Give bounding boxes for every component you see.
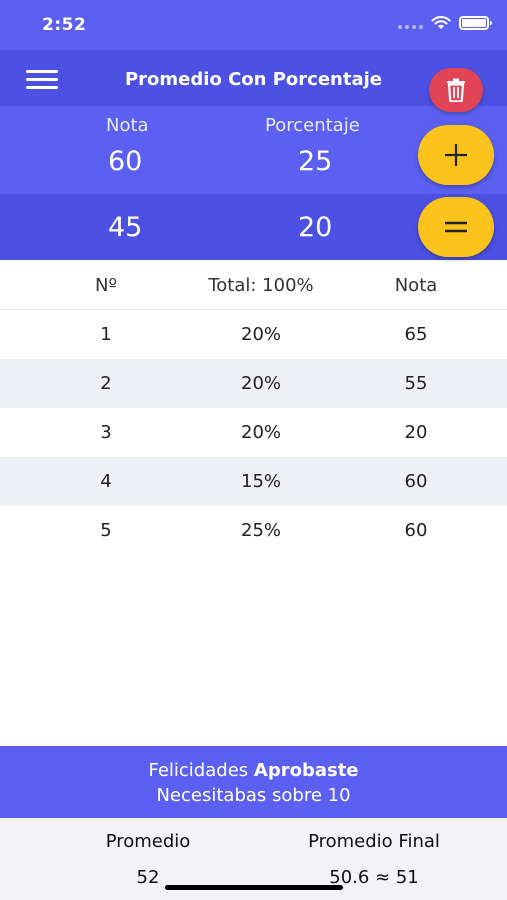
table-row[interactable]: 3 20% 20 bbox=[0, 408, 507, 457]
status-bar: 2:52 bbox=[0, 0, 507, 50]
row-grade: 65 bbox=[404, 324, 428, 345]
row-grade: 60 bbox=[404, 471, 428, 492]
nota-label: Nota bbox=[106, 115, 149, 136]
row-number: 2 bbox=[100, 373, 112, 394]
header-nota: Nota bbox=[394, 275, 438, 296]
grades-table: 1 20% 65 2 20% 55 3 20% 20 4 15% 60 5 25… bbox=[0, 310, 507, 555]
cellular-signal-icon bbox=[398, 17, 423, 29]
delete-button[interactable] bbox=[429, 68, 483, 112]
row-percentage: 20% bbox=[240, 373, 282, 394]
row-percentage: 15% bbox=[240, 471, 282, 492]
status-time: 2:52 bbox=[42, 15, 87, 35]
promedio-label: Promedio bbox=[105, 831, 191, 852]
table-row[interactable]: 4 15% 60 bbox=[0, 457, 507, 506]
porcentaje-label: Porcentaje bbox=[265, 115, 360, 136]
promedio-final-label: Promedio Final bbox=[308, 831, 440, 852]
row-percentage: 20% bbox=[240, 422, 282, 443]
home-indicator bbox=[165, 885, 343, 890]
header-total: Total: 100% bbox=[208, 275, 314, 296]
calculate-button[interactable] bbox=[418, 197, 494, 257]
row-grade: 55 bbox=[404, 373, 428, 394]
status-icons bbox=[398, 16, 492, 30]
trash-icon bbox=[447, 78, 465, 102]
nota-input-2[interactable]: 45 bbox=[108, 212, 142, 243]
battery-icon bbox=[459, 16, 492, 30]
porcentaje-input[interactable]: 25 bbox=[298, 146, 332, 177]
wifi-icon bbox=[431, 16, 451, 29]
plus-icon bbox=[445, 144, 467, 166]
equals-icon bbox=[445, 221, 467, 233]
promedio-value: 52 bbox=[136, 867, 160, 888]
row-number: 4 bbox=[100, 471, 112, 492]
result-prefix: Felicidades bbox=[148, 760, 249, 781]
row-grade: 60 bbox=[404, 520, 428, 541]
promedio-final-value: 50.6 ≈ 51 bbox=[329, 867, 419, 888]
row-grade: 20 bbox=[404, 422, 428, 443]
row-number: 3 bbox=[100, 422, 112, 443]
row-percentage: 20% bbox=[240, 324, 282, 345]
result-banner: Felicidades Aprobaste Necesitabas sobre … bbox=[0, 746, 507, 818]
result-status: Aprobaste bbox=[253, 760, 359, 781]
table-row[interactable]: 1 20% 65 bbox=[0, 310, 507, 359]
header-number: Nº bbox=[95, 275, 117, 296]
table-header: Nº Total: 100% Nota bbox=[0, 260, 507, 310]
add-button[interactable] bbox=[418, 125, 494, 185]
row-number: 5 bbox=[100, 520, 112, 541]
result-message: Felicidades Aprobaste bbox=[0, 760, 507, 781]
result-requirement: Necesitabas sobre 10 bbox=[156, 785, 351, 806]
row-percentage: 25% bbox=[240, 520, 282, 541]
table-row[interactable]: 5 25% 60 bbox=[0, 506, 507, 555]
table-row[interactable]: 2 20% 55 bbox=[0, 359, 507, 408]
porcentaje-input-2[interactable]: 20 bbox=[298, 212, 332, 243]
row-number: 1 bbox=[100, 324, 112, 345]
nota-input[interactable]: 60 bbox=[108, 146, 142, 177]
